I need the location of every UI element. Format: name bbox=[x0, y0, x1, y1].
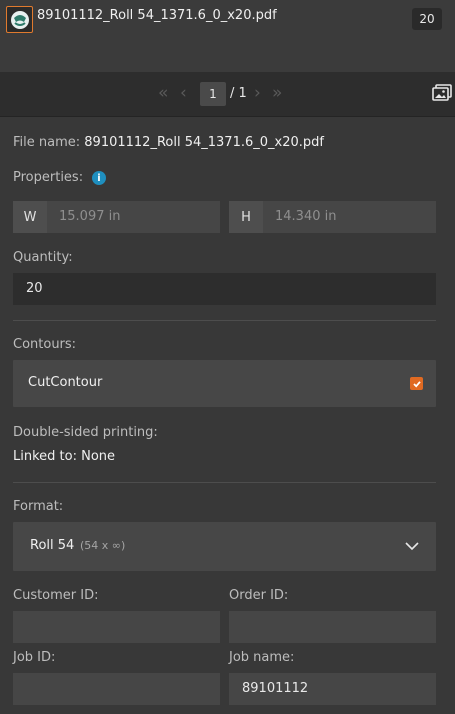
width-tag: W bbox=[13, 201, 47, 233]
first-page-icon[interactable]: « bbox=[158, 83, 168, 103]
format-name: Roll 54 bbox=[30, 538, 75, 553]
contours-label: Contours: bbox=[13, 337, 77, 352]
height-field[interactable]: H 14.340 in bbox=[229, 201, 436, 233]
contour-checkbox[interactable] bbox=[410, 377, 423, 390]
file-title: 89101112_Roll 54_1371.6_0_x20.pdf bbox=[37, 8, 277, 23]
contour-item[interactable]: CutContour bbox=[13, 360, 436, 407]
height-tag: H bbox=[229, 201, 263, 233]
order-id-label: Order ID: bbox=[229, 588, 289, 603]
file-name-label: File name: bbox=[13, 135, 81, 150]
page-total: / 1 bbox=[230, 86, 247, 101]
last-page-icon[interactable]: » bbox=[272, 83, 282, 103]
file-thumbnail-icon bbox=[10, 10, 29, 29]
format-label: Format: bbox=[13, 499, 64, 514]
contour-name: CutContour bbox=[28, 375, 103, 390]
quantity-label: Quantity: bbox=[13, 250, 73, 265]
quantity-badge: 20 bbox=[412, 8, 442, 30]
format-dropdown[interactable]: Roll 54 (54 x ∞) bbox=[13, 522, 436, 571]
quantity-input[interactable]: 20 bbox=[13, 273, 436, 305]
quantity-value: 20 bbox=[26, 281, 43, 296]
info-icon[interactable]: i bbox=[92, 171, 106, 185]
height-value: 14.340 in bbox=[275, 209, 337, 224]
job-id-input[interactable] bbox=[13, 673, 220, 705]
job-name-label: Job name: bbox=[229, 650, 295, 665]
customer-id-input[interactable] bbox=[13, 611, 220, 643]
next-page-icon[interactable]: › bbox=[254, 83, 261, 103]
properties-label: Properties: bbox=[13, 170, 84, 185]
header-bar: 89101112_Roll 54_1371.6_0_x20.pdf 20 bbox=[0, 0, 455, 72]
image-preview-icon[interactable] bbox=[432, 84, 452, 102]
file-name-row: File name: 89101112_Roll 54_1371.6_0_x20… bbox=[13, 135, 324, 150]
file-name-value: 89101112_Roll 54_1371.6_0_x20.pdf bbox=[84, 135, 324, 150]
job-id-label: Job ID: bbox=[13, 650, 56, 665]
prev-page-icon[interactable]: ‹ bbox=[180, 83, 187, 103]
job-name-input[interactable]: 89101112 bbox=[229, 673, 436, 705]
file-thumbnail[interactable] bbox=[6, 6, 33, 33]
order-id-input[interactable] bbox=[229, 611, 436, 643]
linked-to-text: Linked to: None bbox=[13, 449, 116, 464]
customer-id-label: Customer ID: bbox=[13, 588, 99, 603]
divider bbox=[13, 320, 436, 321]
page-number-input[interactable]: 1 bbox=[200, 82, 226, 106]
width-value: 15.097 in bbox=[59, 209, 121, 224]
job-name-value: 89101112 bbox=[242, 681, 309, 696]
width-field[interactable]: W 15.097 in bbox=[13, 201, 220, 233]
check-icon bbox=[412, 380, 421, 388]
double-sided-label: Double-sided printing: bbox=[13, 425, 158, 440]
chevron-down-icon bbox=[405, 542, 419, 551]
divider bbox=[13, 482, 436, 483]
page-navigator: « ‹ 1 / 1 › » bbox=[0, 72, 455, 117]
format-size: (54 x ∞) bbox=[80, 539, 126, 552]
